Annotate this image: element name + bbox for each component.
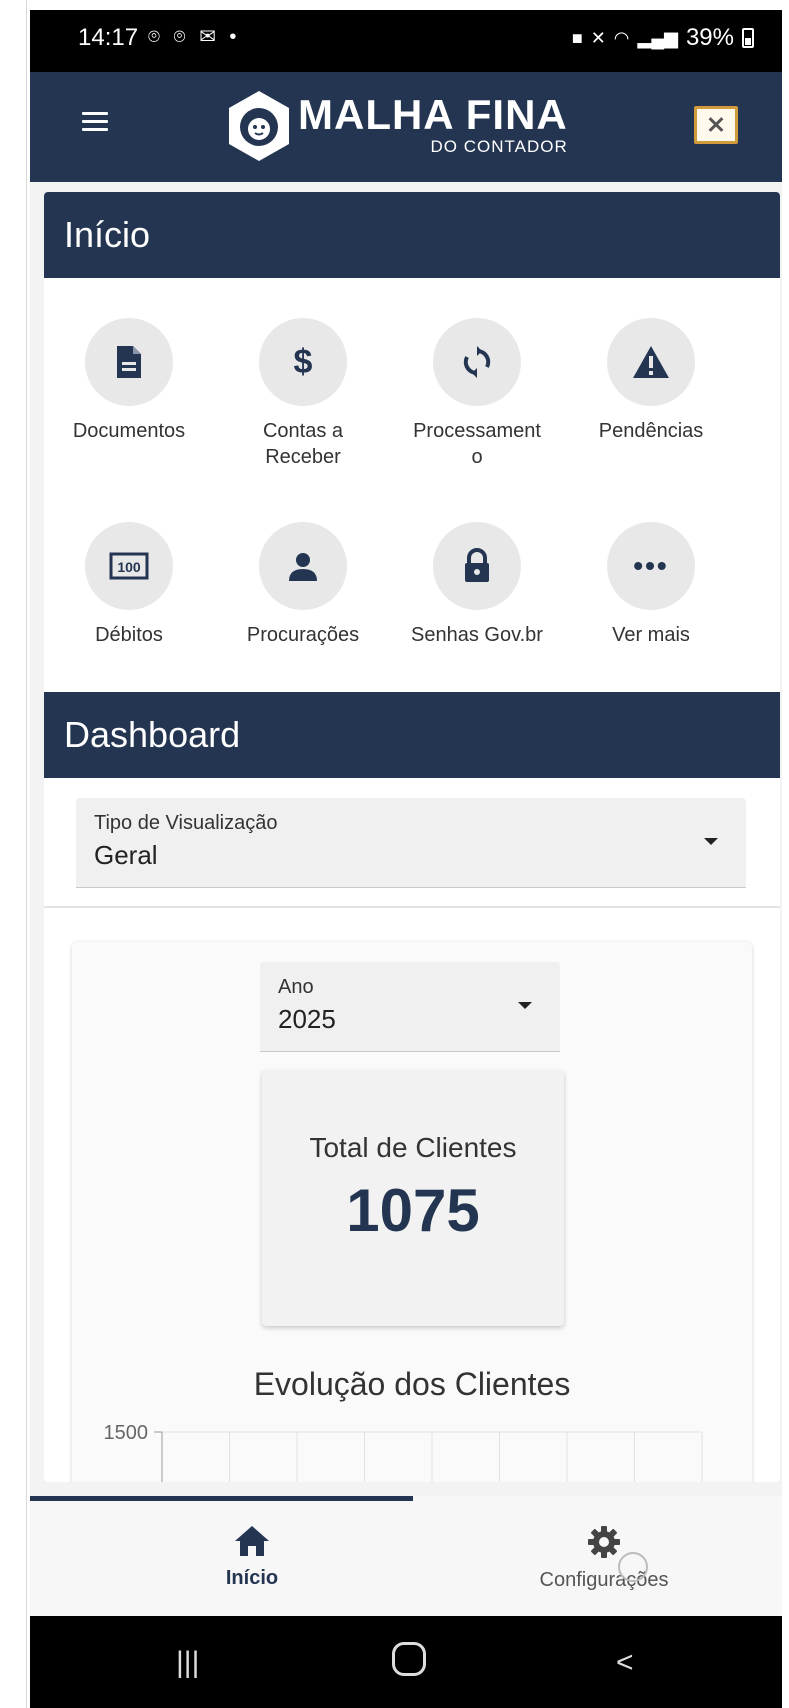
action-documentos[interactable]: Documentos bbox=[44, 318, 214, 444]
lock-status-icon: ■ bbox=[571, 27, 583, 48]
logo-title: MALHA FINA bbox=[298, 91, 568, 138]
visualization-type-select[interactable]: Tipo de Visualização Geral bbox=[76, 798, 746, 888]
action-senhas-govbr[interactable]: Senhas Gov.br bbox=[392, 522, 562, 648]
status-time: 14:17 bbox=[78, 24, 139, 51]
inicio-title: Início bbox=[64, 214, 151, 255]
system-navigation-bar: ||| < bbox=[30, 1616, 782, 1708]
action-label: Débitos bbox=[95, 624, 163, 646]
menu-icon[interactable] bbox=[82, 112, 108, 134]
bottom-navigation: Início Configurações bbox=[30, 1496, 782, 1616]
nav-configuracoes[interactable]: Configurações bbox=[454, 1524, 754, 1592]
label-line: Processament bbox=[413, 420, 541, 442]
logo-subtitle: DO CONTADOR bbox=[430, 137, 568, 156]
logout-icon[interactable] bbox=[694, 106, 738, 144]
app-bar: MALHA FINA DO CONTADOR bbox=[30, 72, 782, 182]
active-tab-indicator bbox=[30, 1496, 413, 1501]
chart-title: Evolução dos Clientes bbox=[253, 1366, 571, 1402]
select-label: Tipo de Visualização bbox=[94, 812, 278, 834]
inicio-header: Início bbox=[44, 192, 780, 278]
mute-icon: ✕ bbox=[590, 27, 606, 48]
label-line: o bbox=[471, 446, 483, 468]
action-pendencias[interactable]: Pendências bbox=[566, 318, 736, 444]
y-tick-label: 1500 bbox=[104, 1422, 149, 1444]
action-debitos[interactable]: 100 Débitos bbox=[44, 522, 214, 648]
action-ver-mais[interactable]: ••• Ver mais bbox=[566, 522, 736, 648]
counter-icon: 100 bbox=[85, 522, 173, 610]
total-clients-card: Total de Clientes 1075 bbox=[262, 1070, 564, 1326]
app-logo: MALHA FINA DO CONTADOR bbox=[226, 86, 568, 166]
notification-icons: ⌾ ⌾ ✉ • bbox=[148, 26, 241, 48]
more-icon: ••• bbox=[607, 522, 695, 610]
clients-evolution-chart: 15001026 bbox=[104, 1422, 703, 1482]
nav-config-label: Configurações bbox=[539, 1569, 669, 1591]
label-line: Receber bbox=[265, 446, 341, 468]
action-procuracoes[interactable]: Procurações bbox=[218, 522, 388, 648]
left-margin bbox=[0, 0, 30, 1708]
sync-icon bbox=[433, 318, 521, 406]
label-line: Contas a bbox=[262, 420, 344, 442]
dollar-icon: $ bbox=[259, 318, 347, 406]
select-value: 2025 bbox=[278, 1004, 336, 1034]
action-label: Contas a Receber bbox=[218, 418, 388, 470]
home-icon bbox=[235, 1526, 269, 1556]
warning-icon bbox=[607, 318, 695, 406]
dashboard-title: Dashboard bbox=[64, 714, 241, 755]
document-icon bbox=[85, 318, 173, 406]
battery-icon bbox=[742, 28, 754, 48]
dropdown-caret-icon bbox=[518, 1002, 532, 1009]
select-value: Geral bbox=[94, 840, 158, 870]
status-bar: 14:17 ⌾ ⌾ ✉ • ■ ✕ ◠ ▂▄▆ 39% bbox=[30, 10, 782, 72]
lock-icon bbox=[433, 522, 521, 610]
action-label: Senhas Gov.br bbox=[411, 624, 543, 646]
svg-text:100: 100 bbox=[117, 559, 141, 575]
total-clients-label: Total de Clientes bbox=[309, 1132, 517, 1163]
select-label: Ano bbox=[278, 976, 314, 998]
action-contas-receber[interactable]: $ Contas a Receber bbox=[218, 318, 388, 470]
person-icon bbox=[259, 522, 347, 610]
right-margin bbox=[782, 0, 789, 1708]
action-label: Processament o bbox=[392, 418, 562, 470]
nav-inicio-label: Início bbox=[225, 1567, 279, 1589]
action-label: Pendências bbox=[598, 420, 704, 442]
nav-inicio[interactable]: Início bbox=[102, 1524, 402, 1590]
wifi-icon: ◠ bbox=[613, 27, 630, 48]
signal-icon: ▂▄▆ bbox=[637, 27, 678, 48]
dashboard-card: Ano 2025 Total de Clientes 1075 Evolução… bbox=[72, 942, 752, 1482]
action-label: Procurações bbox=[246, 624, 360, 646]
lion-logo-icon bbox=[229, 91, 289, 161]
action-processamento[interactable]: Processament o bbox=[392, 318, 562, 470]
home-system-icon[interactable] bbox=[392, 1642, 426, 1676]
status-right: ■ ✕ ◠ ▂▄▆ 39% bbox=[572, 24, 754, 52]
quick-actions-grid: Documentos $ Contas a Receber Processamen… bbox=[44, 278, 780, 692]
dashboard-header: Dashboard bbox=[44, 692, 780, 778]
action-label: Ver mais bbox=[612, 624, 690, 646]
recent-apps-icon[interactable]: ||| bbox=[176, 1646, 199, 1680]
gear-icon bbox=[588, 1526, 620, 1558]
battery-percent: 39% bbox=[685, 24, 734, 51]
visualization-area: Tipo de Visualização Geral bbox=[44, 778, 780, 908]
touch-indicator bbox=[618, 1552, 648, 1582]
phone-screen: 14:17 ⌾ ⌾ ✉ • ■ ✕ ◠ ▂▄▆ 39% MALHA FINA D… bbox=[30, 10, 782, 1708]
dropdown-caret-icon bbox=[704, 838, 718, 845]
action-label: Documentos bbox=[72, 420, 186, 442]
total-clients-value: 1075 bbox=[346, 1177, 480, 1244]
year-select[interactable]: Ano 2025 bbox=[260, 962, 560, 1052]
back-icon[interactable]: < bbox=[616, 1646, 634, 1680]
